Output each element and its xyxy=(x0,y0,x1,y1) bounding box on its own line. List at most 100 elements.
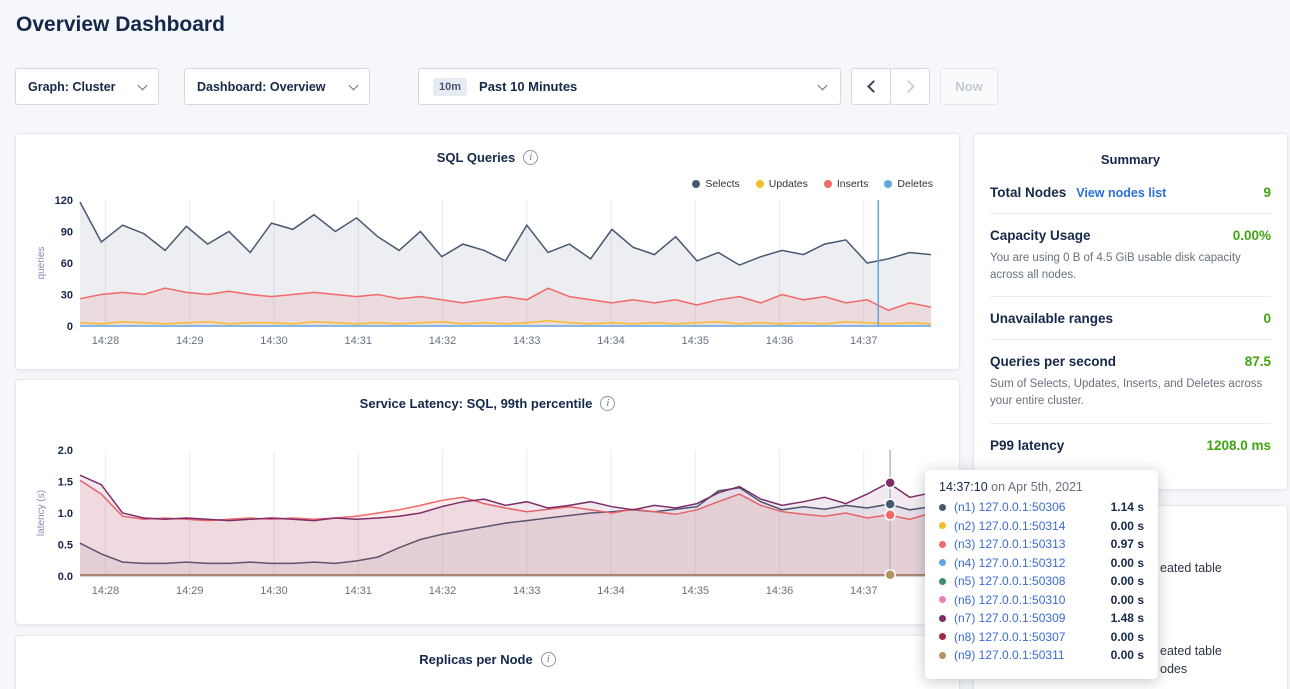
tooltip-row: (n5) 127.0.0.1:50308 0.00 s xyxy=(939,574,1144,588)
node-color-dot xyxy=(939,633,946,640)
sql-queries-chart-card: SQL Queries i Selects Updates Inserts Delet… xyxy=(15,133,960,370)
now-button[interactable]: Now xyxy=(940,68,998,105)
tooltip-row: (n4) 127.0.0.1:503120.00 s xyxy=(939,556,1144,570)
node-address: (n9) 127.0.0.1:50311 xyxy=(954,648,1065,662)
node-address: (n7) 127.0.0.1:50309 xyxy=(954,611,1065,625)
legend-item[interactable]: Deletes xyxy=(884,178,933,190)
node-latency-value: 0.00 s xyxy=(1111,574,1144,588)
svg-text:14:34: 14:34 xyxy=(597,585,625,597)
tooltip-row: (n9) 127.0.0.1:50311 0.00 s xyxy=(939,648,1144,662)
svg-text:14:31: 14:31 xyxy=(345,585,373,597)
page-title: Overview Dashboard xyxy=(16,13,225,37)
node-address: (n8) 127.0.0.1:50307 xyxy=(954,630,1065,644)
svg-text:14:30: 14:30 xyxy=(260,335,288,347)
prev-timewindow-button[interactable] xyxy=(851,68,891,105)
event-text-fragment: eated table xyxy=(1160,644,1222,658)
chart-hover-tooltip: 14:37:10 on Apr 5th, 2021 (n1) 127.0.0.1… xyxy=(925,470,1158,679)
svg-text:14:37: 14:37 xyxy=(850,585,878,597)
service-latency-chart-card: Service Latency: SQL, 99th percentile i … xyxy=(15,379,960,625)
chevron-down-icon xyxy=(818,80,828,90)
node-color-dot xyxy=(939,522,946,529)
legend-item[interactable]: Inserts xyxy=(824,178,869,190)
unavailable-ranges-label: Unavailable ranges xyxy=(990,311,1113,326)
node-latency-value: 0.00 s xyxy=(1111,593,1144,607)
tooltip-row: (n1) 127.0.0.1:50306 1.14 s xyxy=(939,500,1144,514)
unavailable-ranges-value: 0 xyxy=(1263,311,1271,326)
dashboard-dropdown-label: Dashboard: Overview xyxy=(197,80,326,94)
svg-text:14:28: 14:28 xyxy=(92,335,120,347)
svg-text:120: 120 xyxy=(55,195,73,207)
svg-text:14:29: 14:29 xyxy=(176,335,204,347)
info-icon[interactable]: i xyxy=(600,396,615,411)
sql-queries-chart-title: SQL Queries xyxy=(437,150,516,165)
view-nodes-list-link[interactable]: View nodes list xyxy=(1076,186,1166,200)
sql-queries-chart[interactable]: 14:2814:2914:3014:3114:3214:3314:3414:35… xyxy=(32,192,945,352)
replicas-per-node-chart-title: Replicas per Node xyxy=(419,652,532,667)
node-color-dot xyxy=(939,541,946,548)
capacity-usage-label: Capacity Usage xyxy=(990,228,1091,243)
svg-text:14:35: 14:35 xyxy=(682,335,710,347)
legend-item[interactable]: Updates xyxy=(756,178,808,190)
chart-title-row: Service Latency: SQL, 99th percentile i xyxy=(16,396,959,411)
event-text-fragment: odes xyxy=(1160,662,1187,676)
summary-row-queries-per-second: Queries per second 87.5 Sum of Selects, … xyxy=(990,340,1271,423)
next-timewindow-button[interactable] xyxy=(890,68,930,105)
summary-row-capacity-usage: Capacity Usage 0.00% You are using 0 B o… xyxy=(990,214,1271,297)
node-address: (n1) 127.0.0.1:50306 xyxy=(954,500,1065,514)
chevron-left-icon xyxy=(867,80,880,93)
graph-dropdown[interactable]: Graph: Cluster xyxy=(15,68,159,105)
total-nodes-value: 9 xyxy=(1263,185,1271,200)
chart-legend[interactable]: Selects Updates Inserts Deletes xyxy=(692,178,933,190)
service-latency-chart-title: Service Latency: SQL, 99th percentile xyxy=(360,396,593,411)
chevron-right-icon xyxy=(902,80,915,93)
summary-panel: Summary Total Nodes View nodes list 9 Ca… xyxy=(973,133,1288,490)
p99-latency-label: P99 latency xyxy=(990,438,1064,453)
total-nodes-label: Total Nodes xyxy=(990,185,1066,200)
chart-title-row: Replicas per Node i xyxy=(16,652,959,667)
time-range-selector[interactable]: 10m Past 10 Minutes xyxy=(418,68,841,105)
tooltip-row: (n2) 127.0.0.1:50314 0.00 s xyxy=(939,519,1144,533)
svg-text:14:31: 14:31 xyxy=(345,335,373,347)
service-latency-chart[interactable]: 14:2814:2914:3014:3114:3214:3314:3414:35… xyxy=(32,442,945,602)
time-range-label: Past 10 Minutes xyxy=(479,79,577,94)
svg-text:14:33: 14:33 xyxy=(513,335,541,347)
node-latency-value: 0.00 s xyxy=(1111,630,1144,644)
tooltip-header: 14:37:10 on Apr 5th, 2021 xyxy=(939,480,1144,494)
summary-row-unavailable-ranges: Unavailable ranges 0 xyxy=(990,297,1271,340)
node-latency-value: 0.97 s xyxy=(1111,537,1144,551)
node-latency-value: 0.00 s xyxy=(1111,556,1144,570)
qps-label: Queries per second xyxy=(990,354,1116,369)
info-icon[interactable]: i xyxy=(541,652,556,667)
svg-text:14:35: 14:35 xyxy=(682,585,710,597)
node-color-dot xyxy=(939,652,946,659)
svg-text:90: 90 xyxy=(61,227,73,239)
legend-item[interactable]: Selects xyxy=(692,178,739,190)
svg-text:14:37: 14:37 xyxy=(850,335,878,347)
node-color-dot xyxy=(939,559,946,566)
svg-text:30: 30 xyxy=(61,290,73,302)
replicas-per-node-chart-card: Replicas per Node i xyxy=(15,635,960,689)
node-latency-value: 1.14 s xyxy=(1111,500,1144,514)
legend-dot xyxy=(756,180,764,188)
tooltip-row: (n7) 127.0.0.1:50309 1.48 s xyxy=(939,611,1144,625)
info-icon[interactable]: i xyxy=(523,150,538,165)
node-address: (n3) 127.0.0.1:50313 xyxy=(954,537,1065,551)
node-address: (n2) 127.0.0.1:50314 xyxy=(954,519,1065,533)
svg-text:1.0: 1.0 xyxy=(58,508,73,520)
summary-row-p99-latency: P99 latency 1208.0 ms xyxy=(990,424,1271,466)
tooltip-row: (n6) 127.0.0.1:503100.00 s xyxy=(939,593,1144,607)
tooltip-date: on Apr 5th, 2021 xyxy=(988,480,1083,494)
node-address: (n5) 127.0.0.1:50308 xyxy=(954,574,1065,588)
svg-text:latency (s): latency (s) xyxy=(36,490,47,536)
tooltip-row: (n8) 127.0.0.1:50307 0.00 s xyxy=(939,630,1144,644)
node-latency-value: 0.00 s xyxy=(1111,648,1144,662)
node-latency-value: 0.00 s xyxy=(1111,519,1144,533)
node-color-dot xyxy=(939,615,946,622)
dashboard-dropdown[interactable]: Dashboard: Overview xyxy=(184,68,370,105)
svg-text:14:29: 14:29 xyxy=(176,585,204,597)
node-latency-value: 1.48 s xyxy=(1111,611,1144,625)
summary-row-total-nodes: Total Nodes View nodes list 9 xyxy=(990,171,1271,214)
svg-text:queries: queries xyxy=(36,247,47,280)
node-color-dot xyxy=(939,504,946,511)
svg-text:14:33: 14:33 xyxy=(513,585,541,597)
